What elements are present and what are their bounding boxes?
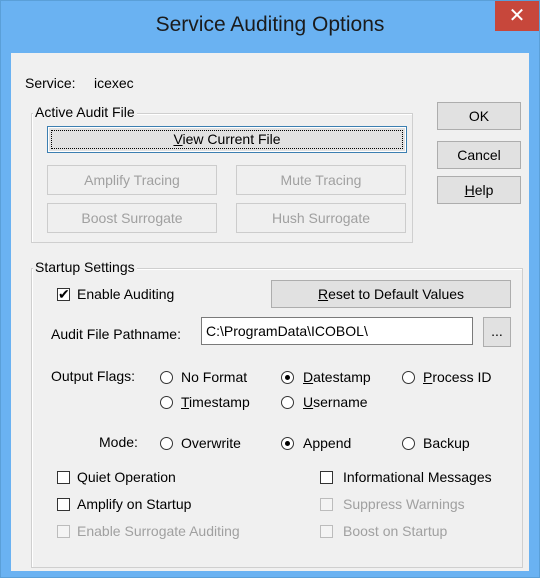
reset-defaults-button[interactable]: Reset to Default Values xyxy=(271,280,511,308)
enable-surrogate-auditing-label[interactable]: Enable Surrogate Auditing xyxy=(77,523,240,539)
audit-path-input[interactable]: C:\ProgramData\ICOBOL\ xyxy=(201,317,473,345)
no-format-label[interactable]: No Format xyxy=(181,369,247,385)
append-label[interactable]: Append xyxy=(303,435,351,451)
mode-label: Mode: xyxy=(99,434,138,450)
enable-auditing-label[interactable]: Enable Auditing xyxy=(77,286,174,302)
browse-button[interactable]: ... xyxy=(483,317,511,347)
dialog-client-area: Service: icexec Active Audit File View C… xyxy=(11,53,529,571)
username-radio[interactable] xyxy=(281,396,294,409)
service-label: Service: xyxy=(25,75,76,91)
datestamp-radio[interactable] xyxy=(281,371,294,384)
checkmark-icon: ✔ xyxy=(58,286,70,302)
process-id-radio[interactable] xyxy=(402,371,415,384)
title-bar[interactable]: Service Auditing Options ✕ xyxy=(1,1,539,53)
amplify-on-startup-label[interactable]: Amplify on Startup xyxy=(77,496,191,512)
boost-on-startup-checkbox[interactable] xyxy=(320,525,333,538)
datestamp-label[interactable]: Datestamp xyxy=(303,369,371,385)
quiet-operation-checkbox[interactable] xyxy=(57,471,70,484)
overwrite-radio[interactable] xyxy=(160,437,173,450)
username-label[interactable]: Username xyxy=(303,394,368,410)
boost-on-startup-label[interactable]: Boost on Startup xyxy=(343,523,447,539)
backup-label[interactable]: Backup xyxy=(423,435,470,451)
ok-button[interactable]: OK xyxy=(437,102,521,130)
suppress-warnings-label[interactable]: Suppress Warnings xyxy=(343,496,465,512)
cancel-button[interactable]: Cancel xyxy=(437,141,521,169)
audit-path-label: Audit File Pathname: xyxy=(51,326,181,342)
process-id-label[interactable]: Process ID xyxy=(423,369,491,385)
help-button[interactable]: Help xyxy=(437,176,521,204)
backup-radio[interactable] xyxy=(402,437,415,450)
output-flags-label: Output Flags: xyxy=(51,368,136,384)
amplify-on-startup-checkbox[interactable] xyxy=(57,498,70,511)
close-button[interactable]: ✕ xyxy=(495,1,539,31)
active-audit-file-legend: Active Audit File xyxy=(33,104,137,120)
suppress-warnings-checkbox[interactable] xyxy=(320,498,333,511)
informational-messages-label[interactable]: Informational Messages xyxy=(343,469,492,485)
quiet-operation-label[interactable]: Quiet Operation xyxy=(77,469,176,485)
enable-surrogate-auditing-checkbox[interactable] xyxy=(57,525,70,538)
mute-tracing-button[interactable]: Mute Tracing xyxy=(236,165,406,195)
startup-settings-legend: Startup Settings xyxy=(33,259,137,275)
append-radio[interactable] xyxy=(281,437,294,450)
service-value: icexec xyxy=(94,75,134,91)
close-icon: ✕ xyxy=(508,5,526,27)
no-format-radio[interactable] xyxy=(160,371,173,384)
hush-surrogate-button[interactable]: Hush Surrogate xyxy=(236,203,406,233)
timestamp-label[interactable]: Timestamp xyxy=(181,394,250,410)
view-current-file-button[interactable]: View Current File xyxy=(47,126,407,153)
overwrite-label[interactable]: Overwrite xyxy=(181,435,241,451)
informational-messages-checkbox[interactable] xyxy=(320,471,333,484)
enable-auditing-checkbox[interactable]: ✔ xyxy=(57,286,70,302)
dialog-window: Service Auditing Options ✕ Service: icex… xyxy=(0,0,540,578)
amplify-tracing-button[interactable]: Amplify Tracing xyxy=(47,165,217,195)
boost-surrogate-button[interactable]: Boost Surrogate xyxy=(47,203,217,233)
dialog-title: Service Auditing Options xyxy=(155,13,385,36)
timestamp-radio[interactable] xyxy=(160,396,173,409)
